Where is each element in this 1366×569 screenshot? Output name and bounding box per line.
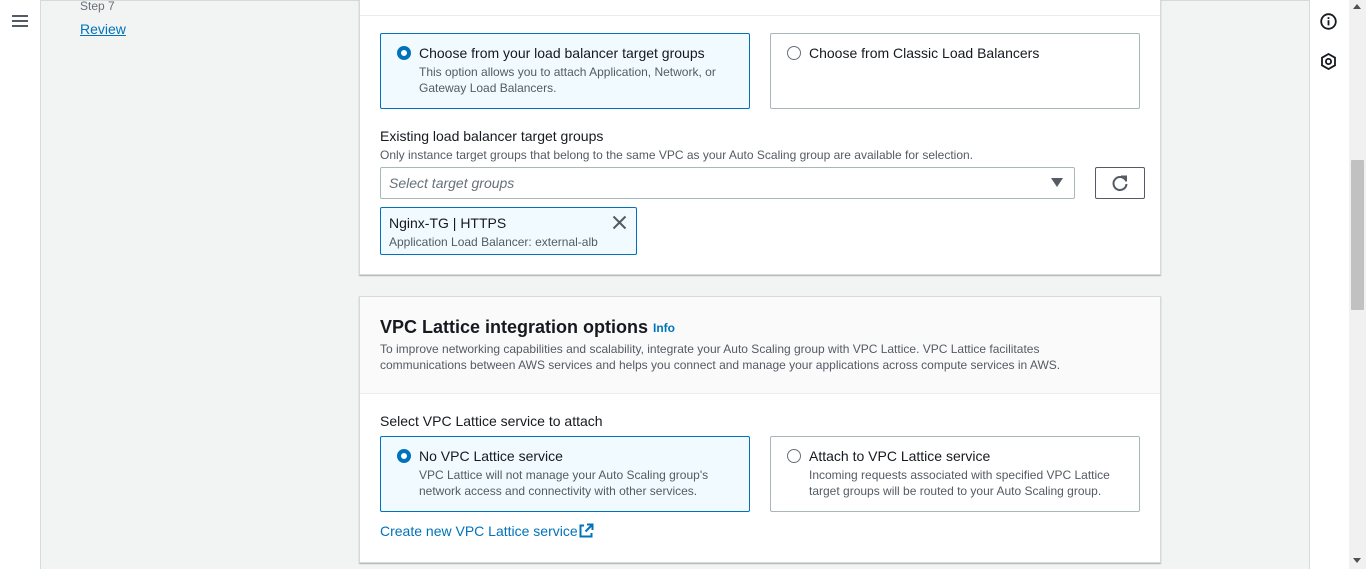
lb-option-target-groups-title: Choose from your load balancer target gr… <box>419 45 705 61</box>
info-circle-icon[interactable] <box>1320 13 1337 30</box>
cube-hexagon-icon[interactable] <box>1320 53 1337 70</box>
create-vpc-lattice-service-link[interactable]: Create new VPC Lattice service <box>380 522 578 540</box>
wizard-step-label: Step 7 <box>80 0 115 13</box>
lb-option-target-groups-description: This option allows you to attach Applica… <box>419 65 716 95</box>
close-icon[interactable] <box>612 215 627 230</box>
container-divider <box>360 15 1160 16</box>
refresh-icon <box>1111 175 1129 192</box>
vpc-lattice-title: VPC Lattice integration options <box>380 317 649 337</box>
scroll-down-arrow-icon[interactable] <box>1353 558 1361 563</box>
lattice-option-attach-radio[interactable] <box>787 449 801 463</box>
scrollbar-thumb[interactable] <box>1351 160 1364 310</box>
existing-target-groups-description: Only instance target groups that belong … <box>380 148 974 162</box>
vpc-lattice-description: To improve networking capabilities and s… <box>380 342 1061 372</box>
lattice-option-attach-title: Attach to VPC Lattice service <box>809 448 991 464</box>
lb-option-target-groups-radio[interactable] <box>397 46 411 60</box>
lattice-select-label: Select VPC Lattice service to attach <box>380 413 603 429</box>
right-tools-rail <box>1309 0 1349 569</box>
left-navigation-rail <box>0 0 41 569</box>
existing-target-groups-label: Existing load balancer target groups <box>380 128 604 144</box>
lb-option-classic-radio[interactable] <box>787 46 801 60</box>
lattice-option-none-description: VPC Lattice will not manage your Auto Sc… <box>419 468 709 498</box>
wizard-review-link[interactable]: Review <box>80 20 126 38</box>
token-description: Application Load Balancer: external-alb <box>389 235 598 249</box>
external-link-icon[interactable] <box>578 523 594 539</box>
caret-down-icon[interactable] <box>1051 178 1063 187</box>
lb-option-classic-title: Choose from Classic Load Balancers <box>809 45 1040 61</box>
lattice-option-none-radio[interactable] <box>397 449 411 463</box>
hamburger-menu-icon[interactable] <box>12 13 28 29</box>
vpc-lattice-info-link[interactable]: Info <box>653 321 675 335</box>
token-title: Nginx-TG | HTTPS <box>389 215 507 231</box>
lattice-option-none-title: No VPC Lattice service <box>419 448 563 464</box>
target-groups-select-placeholder: Select target groups <box>389 175 515 191</box>
scroll-up-arrow-icon[interactable] <box>1353 4 1361 9</box>
lattice-option-attach-description: Incoming requests associated with specif… <box>809 468 1110 498</box>
